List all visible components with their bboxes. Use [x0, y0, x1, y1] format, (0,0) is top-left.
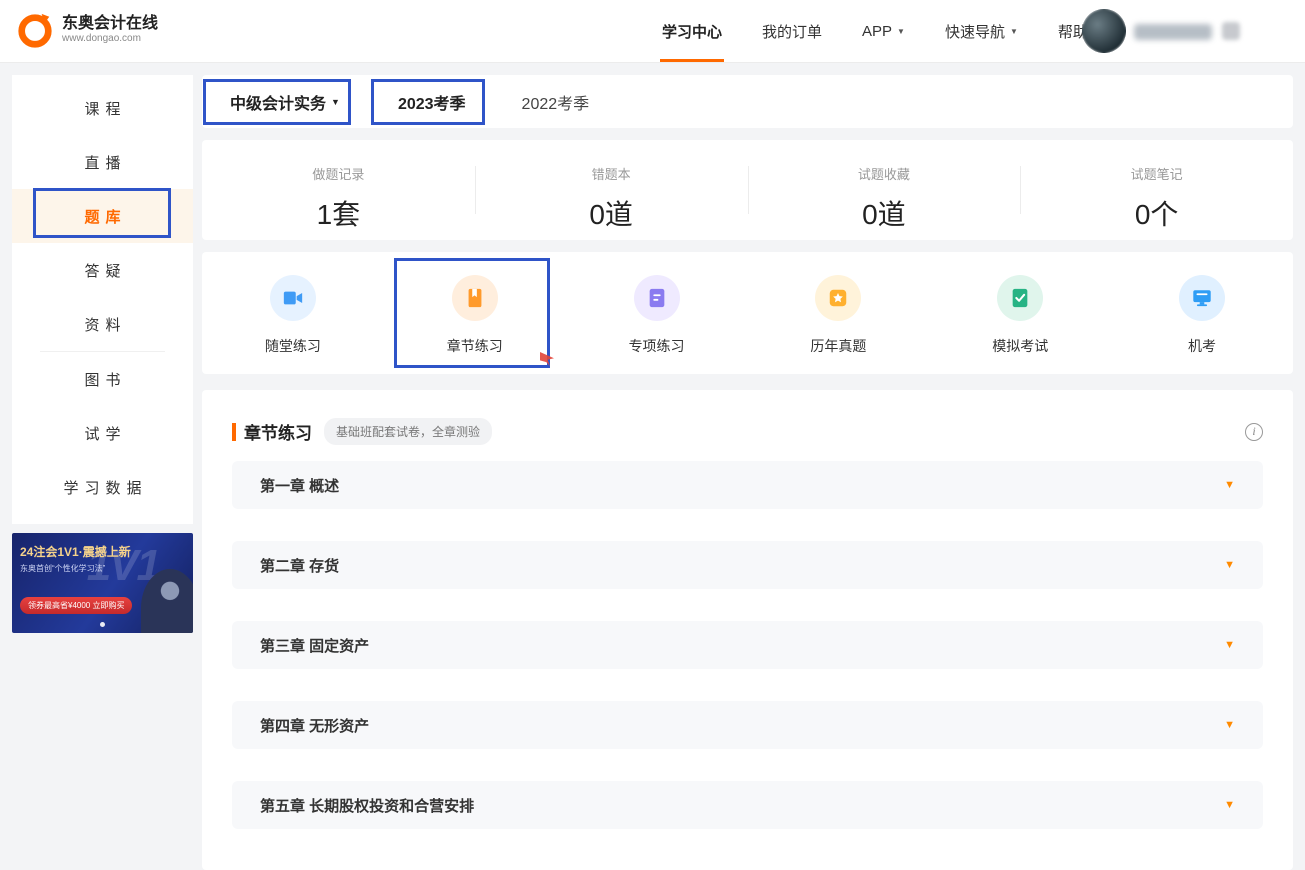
stat-practice-record[interactable]: 做题记录 1套 — [202, 140, 475, 240]
chapter-row-2[interactable]: 第二章 存货 ▼ — [232, 541, 1263, 589]
dongao-logo-icon — [16, 11, 54, 49]
top-header: 东奥会计在线 www.dongao.com 学习中心 我的订单 APP ▼ 快速… — [0, 0, 1305, 62]
sidebar-item-live[interactable]: 直播 — [12, 135, 193, 189]
subject-dropdown[interactable]: 中级会计实务 ▼ — [216, 80, 354, 124]
practice-computer-exam[interactable]: 机考 — [1111, 252, 1293, 374]
sidebar-item-materials[interactable]: 资料 — [12, 297, 193, 351]
sidebar-item-qa[interactable]: 答疑 — [12, 243, 193, 297]
banner-subline: 东奥首创“个性化学习法” — [20, 563, 105, 574]
stat-label: 试题笔记 — [1020, 164, 1293, 183]
practice-chapter[interactable]: 章节练习 — [384, 252, 566, 374]
sidebar-item-study-data[interactable]: 学习数据 — [12, 460, 193, 514]
chapter-row-4[interactable]: 第四章 无形资产 ▼ — [232, 701, 1263, 749]
username-redacted[interactable] — [1134, 24, 1212, 40]
stat-notes[interactable]: 试题笔记 0个 — [1020, 140, 1293, 240]
user-level-badge-redacted — [1222, 22, 1240, 40]
chapter-practice-section: 章节练习 基础班配套试卷，全章测验 i 第一章 概述 ▼ 第二章 存货 ▼ 第三… — [202, 390, 1293, 870]
season-label: 2023考季 — [398, 90, 466, 114]
practice-label: 章节练习 — [447, 336, 503, 356]
stat-label: 做题记录 — [202, 164, 475, 183]
chevron-down-icon[interactable]: ▼ — [1224, 639, 1235, 651]
chapter-row-3[interactable]: 第三章 固定资产 ▼ — [232, 621, 1263, 669]
document-lines-icon — [634, 275, 680, 321]
nav-learning-center[interactable]: 学习中心 — [660, 0, 724, 62]
star-badge-icon — [815, 275, 861, 321]
nav-quick-nav[interactable]: 快速导航 ▼ — [943, 0, 1020, 62]
chevron-down-icon: ▼ — [1010, 27, 1018, 36]
stat-label: 错题本 — [475, 164, 748, 183]
chevron-down-icon: ▼ — [897, 27, 905, 36]
practice-label: 随堂练习 — [265, 336, 321, 356]
main-nav: 学习中心 我的订单 APP ▼ 快速导航 ▼ 帮助 — [660, 0, 1090, 62]
carousel-dot[interactable] — [100, 622, 105, 627]
practice-label: 模拟考试 — [992, 336, 1048, 356]
nav-label: 我的订单 — [762, 21, 822, 42]
title-accent-bar — [232, 423, 236, 441]
chapter-label: 第一章 概述 — [260, 475, 339, 496]
site-logo[interactable]: 东奥会计在线 www.dongao.com — [16, 11, 158, 49]
stat-value: 0个 — [1020, 193, 1293, 233]
info-icon[interactable]: i — [1245, 423, 1263, 441]
tab-season-2022[interactable]: 2022考季 — [522, 90, 590, 114]
chapter-label: 第二章 存货 — [260, 555, 339, 576]
season-label: 2022考季 — [522, 90, 590, 114]
nav-label: 学习中心 — [662, 21, 722, 42]
nav-label: APP — [862, 23, 892, 40]
logo-title: 东奥会计在线 — [62, 15, 158, 33]
practice-label: 专项练习 — [629, 336, 685, 356]
page: 东奥会计在线 www.dongao.com 学习中心 我的订单 APP ▼ 快速… — [0, 0, 1305, 816]
exam-check-icon — [997, 275, 1043, 321]
chapter-label: 第五章 长期股权投资和合营安排 — [260, 795, 474, 816]
chapter-label: 第三章 固定资产 — [260, 635, 369, 656]
practice-mock-exam[interactable]: 模拟考试 — [929, 252, 1111, 374]
chapter-list: 第一章 概述 ▼ 第二章 存货 ▼ 第三章 固定资产 ▼ 第四章 无形资产 ▼ … — [232, 461, 1263, 829]
chevron-down-icon: ▼ — [331, 97, 340, 107]
practice-past-papers[interactable]: 历年真题 — [747, 252, 929, 374]
chapter-label: 第四章 无形资产 — [260, 715, 369, 736]
stats-panel: 做题记录 1套 错题本 0道 试题收藏 0道 试题笔记 0个 — [202, 140, 1293, 240]
practice-types-panel: 随堂练习 章节练习 专项练习 历年真题 模拟考试 — [202, 252, 1293, 374]
logo-text: 东奥会计在线 www.dongao.com — [62, 15, 158, 45]
chevron-down-icon[interactable]: ▼ — [1224, 799, 1235, 811]
chapter-row-5[interactable]: 第五章 长期股权投资和合营安排 ▼ — [232, 781, 1263, 829]
practice-in-class[interactable]: 随堂练习 — [202, 252, 384, 374]
chevron-down-icon[interactable]: ▼ — [1224, 479, 1235, 491]
stat-label: 试题收藏 — [748, 164, 1021, 183]
sidebar-item-question-bank[interactable]: 题库 — [12, 189, 193, 243]
stat-value: 0道 — [748, 193, 1021, 233]
banner-cta-button[interactable]: 领券最高省¥4000 立即购买 — [20, 597, 132, 614]
stat-value: 0道 — [475, 193, 748, 233]
tab-season-2023[interactable]: 2023考季 — [382, 80, 482, 124]
promo-banner[interactable]: 1V1 24注会1V1·震撼上新 东奥首创“个性化学习法” 领券最高省¥4000… — [12, 533, 193, 633]
subject-tabbar: 中级会计实务 ▼ 2023考季 2022考季 — [202, 75, 1293, 128]
section-badge: 基础班配套试卷，全章测验 — [324, 418, 492, 445]
sidebar-item-courses[interactable]: 课程 — [12, 81, 193, 135]
nav-app[interactable]: APP ▼ — [860, 0, 907, 62]
monitor-icon — [1179, 275, 1225, 321]
subject-label: 中级会计实务 — [230, 90, 326, 114]
stat-wrong-questions[interactable]: 错题本 0道 — [475, 140, 748, 240]
stat-favorites[interactable]: 试题收藏 0道 — [748, 140, 1021, 240]
book-icon — [452, 275, 498, 321]
chapter-row-1[interactable]: 第一章 概述 ▼ — [232, 461, 1263, 509]
sidebar-item-trial[interactable]: 试学 — [12, 406, 193, 460]
chevron-down-icon[interactable]: ▼ — [1224, 559, 1235, 571]
nav-my-orders[interactable]: 我的订单 — [760, 0, 824, 62]
sidebar-item-books[interactable]: 图书 — [12, 352, 193, 406]
camera-icon — [270, 275, 316, 321]
banner-headline: 24注会1V1·震撼上新 — [20, 543, 131, 560]
practice-special[interactable]: 专项练习 — [566, 252, 748, 374]
user-avatar[interactable] — [1082, 9, 1126, 53]
logo-subtitle: www.dongao.com — [62, 33, 158, 45]
stat-value: 1套 — [202, 193, 475, 233]
nav-label: 快速导航 — [945, 21, 1005, 42]
section-header: 章节练习 基础班配套试卷，全章测验 i — [232, 418, 1263, 445]
practice-label: 机考 — [1188, 336, 1216, 356]
section-title: 章节练习 — [244, 419, 312, 444]
chevron-down-icon[interactable]: ▼ — [1224, 719, 1235, 731]
sidebar: 课程 直播 题库 答疑 资料 图书 试学 学习数据 — [12, 75, 193, 524]
practice-label: 历年真题 — [810, 336, 866, 356]
